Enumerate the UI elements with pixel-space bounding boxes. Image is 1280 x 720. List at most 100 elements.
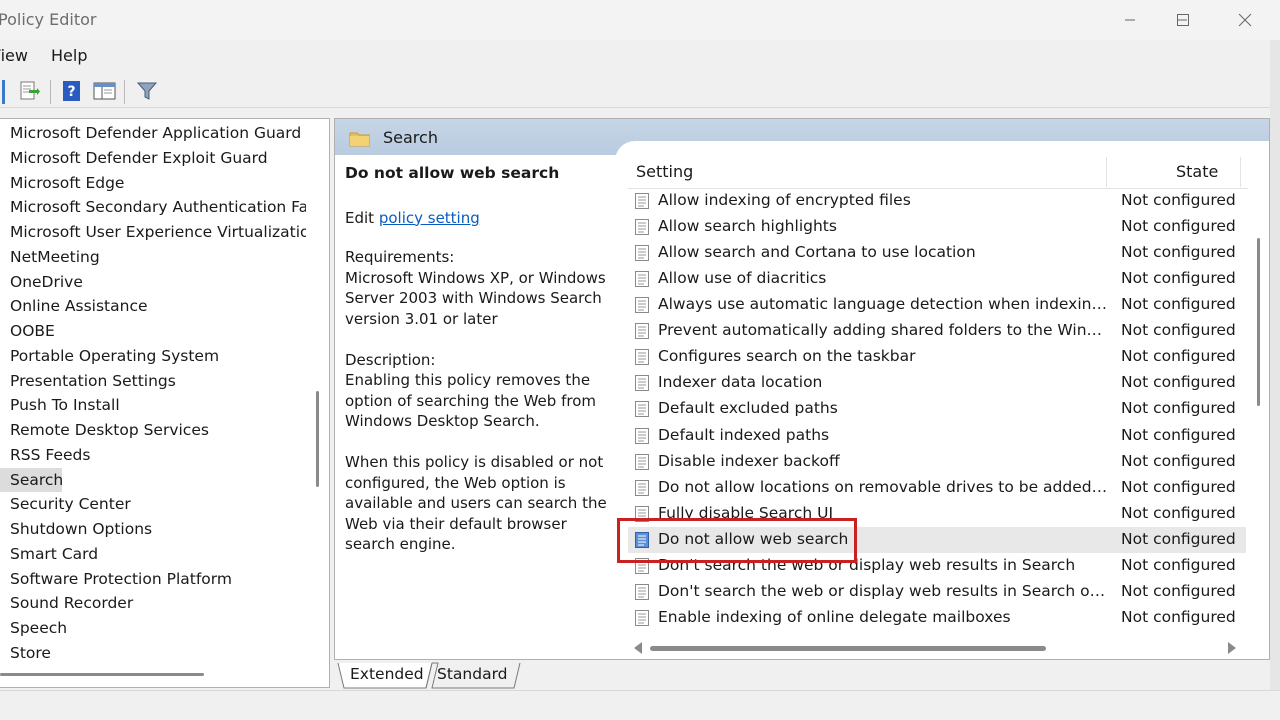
tree-item[interactable]: Sound Recorder xyxy=(0,591,133,615)
minimize-button-hit[interactable] xyxy=(1100,0,1160,40)
list-horizontal-scroll-thumb[interactable] xyxy=(650,646,1046,651)
setting-state: Not configured xyxy=(1121,347,1236,366)
setting-name: Indexer data location xyxy=(658,373,823,392)
setting-row[interactable]: Allow indexing of encrypted files Not con… xyxy=(628,188,1246,214)
description-label: Description: xyxy=(345,350,436,369)
setting-row[interactable]: Do not allow locations on removable driv… xyxy=(628,475,1246,501)
show-hide-pane-button[interactable] xyxy=(92,78,118,104)
folder-icon xyxy=(349,129,371,151)
toolbar-separator-2 xyxy=(124,80,125,104)
setting-state: Not configured xyxy=(1121,425,1236,444)
setting-state: Not configured xyxy=(1121,373,1236,392)
setting-state: Not configured xyxy=(1121,269,1236,288)
edit-prefix: Edit xyxy=(345,208,379,227)
list-vertical-scrollbar[interactable] xyxy=(1252,190,1266,630)
tree-item[interactable]: RSS Feeds xyxy=(0,443,90,467)
column-divider[interactable] xyxy=(1106,157,1107,187)
setting-row[interactable]: Always use automatic language detection … xyxy=(628,292,1246,318)
tree-item[interactable]: Shutdown Options xyxy=(0,517,152,541)
column-divider-2 xyxy=(1240,157,1241,187)
tree-horizontal-scrollbar[interactable] xyxy=(0,663,306,687)
scroll-right-arrow-icon[interactable] xyxy=(1228,642,1236,654)
filter-button[interactable] xyxy=(134,78,160,104)
setting-name: Always use automatic language detection … xyxy=(658,295,1108,314)
tree-item[interactable]: Microsoft User Experience Virtualization xyxy=(0,220,319,244)
help-button[interactable]: ? xyxy=(59,78,85,104)
setting-row[interactable]: Prevent automatically adding shared fold… xyxy=(628,318,1246,344)
setting-row[interactable]: Default excluded paths Not configured xyxy=(628,396,1246,422)
tree-item[interactable]: OneDrive xyxy=(0,270,83,294)
policy-setting-icon xyxy=(634,453,650,471)
tree-item[interactable]: NetMeeting xyxy=(0,245,100,269)
title-bar: Policy Editor xyxy=(0,0,1280,40)
setting-row[interactable]: Allow search and Cortana to use location… xyxy=(628,240,1246,266)
tab-standard[interactable]: Standard xyxy=(421,662,508,688)
policy-setting-icon xyxy=(634,479,650,497)
policy-setting-icon xyxy=(634,244,650,262)
tree-item[interactable]: Microsoft Edge xyxy=(0,171,124,195)
setting-row[interactable]: Enable indexing of online delegate mailb… xyxy=(628,605,1246,631)
close-icon xyxy=(1238,13,1252,27)
tree-item[interactable]: Software Protection Platform xyxy=(0,567,232,591)
setting-state: Not configured xyxy=(1121,607,1236,626)
tab-extended[interactable]: Extended xyxy=(334,662,424,688)
list-vertical-scroll-thumb[interactable] xyxy=(1257,238,1260,406)
edit-line: Edit policy setting xyxy=(345,208,615,229)
setting-row[interactable]: Default indexed paths Not configured xyxy=(628,423,1246,449)
policy-setting-link[interactable]: policy setting xyxy=(379,209,480,227)
column-state[interactable]: State xyxy=(1176,162,1218,181)
tree-item[interactable]: Search xyxy=(0,467,63,492)
status-bar xyxy=(0,690,1280,720)
setting-name: Allow indexing of encrypted files xyxy=(658,191,911,209)
setting-name: Configures search on the taskbar xyxy=(658,347,916,366)
requirements-text: Microsoft Windows XP, or Windows Server … xyxy=(345,268,606,328)
setting-row[interactable]: Indexer data location Not configured xyxy=(628,370,1246,396)
menu-help[interactable]: Help xyxy=(51,46,87,65)
setting-row[interactable]: Configures search on the taskbar Not conf… xyxy=(628,344,1246,370)
requirements-label: Requirements: xyxy=(345,248,455,267)
setting-name: Allow search and Cortana to use location xyxy=(658,243,976,262)
scroll-left-arrow-icon[interactable] xyxy=(634,642,642,654)
setting-name: Prevent automatically adding shared fold… xyxy=(658,321,1108,340)
annotation-highlight-box xyxy=(617,518,857,563)
tree-item[interactable]: Smart Card xyxy=(0,542,98,566)
tree-item[interactable]: OOBE xyxy=(0,319,55,343)
setting-state: Not configured xyxy=(1121,295,1236,314)
column-setting[interactable]: Setting xyxy=(636,162,693,181)
close-button[interactable] xyxy=(1215,0,1275,40)
menu-view[interactable]: View xyxy=(0,46,28,65)
tree-vertical-scrollbar[interactable] xyxy=(306,119,328,687)
setting-name: Allow search highlights xyxy=(658,217,837,236)
tree-item[interactable]: Microsoft Secondary Authentication Fact xyxy=(0,195,323,219)
help-icon: ? xyxy=(63,81,80,101)
tree-vertical-scroll-thumb[interactable] xyxy=(316,391,319,487)
setting-name: Default indexed paths xyxy=(658,425,830,444)
tree-item[interactable]: Online Assistance xyxy=(0,294,148,318)
tree-horizontal-scroll-thumb[interactable] xyxy=(0,673,204,676)
tree-item[interactable]: Microsoft Defender Exploit Guard xyxy=(0,146,268,170)
setting-row[interactable]: Don't search the web or display web resu… xyxy=(628,579,1246,605)
policy-setting-icon xyxy=(634,374,650,392)
setting-name: Enable indexing of online delegate mailb… xyxy=(658,607,1011,626)
tree-item[interactable]: Portable Operating System xyxy=(0,344,219,368)
setting-state: Not configured xyxy=(1121,451,1236,470)
tree-item[interactable]: Speech xyxy=(0,616,67,640)
setting-state: Not configured xyxy=(1121,581,1236,600)
setting-row[interactable]: Allow use of diacritics Not configured xyxy=(628,266,1246,292)
setting-row[interactable]: Disable indexer backoff Not configured xyxy=(628,449,1246,475)
export-list-button[interactable] xyxy=(16,78,42,104)
tree-item[interactable]: Store xyxy=(0,641,51,665)
tree-item[interactable]: Push To Install xyxy=(0,393,120,417)
tree-item[interactable]: Remote Desktop Services xyxy=(0,418,209,442)
setting-row[interactable]: Allow search highlights Not configured xyxy=(628,214,1246,240)
setting-name: Allow use of diacritics xyxy=(658,269,827,288)
tree-item[interactable]: Microsoft Defender Application Guard xyxy=(0,121,301,145)
tree-item[interactable]: Security Center xyxy=(0,492,131,516)
list-horizontal-scrollbar[interactable] xyxy=(628,638,1246,658)
svg-text:?: ? xyxy=(67,84,75,100)
maximize-button[interactable] xyxy=(1153,0,1213,40)
setting-state: Not configured xyxy=(1121,243,1236,262)
setting-state: Not configured xyxy=(1121,399,1236,418)
tree-item[interactable]: Presentation Settings xyxy=(0,369,176,393)
policy-setting-icon xyxy=(634,583,650,601)
